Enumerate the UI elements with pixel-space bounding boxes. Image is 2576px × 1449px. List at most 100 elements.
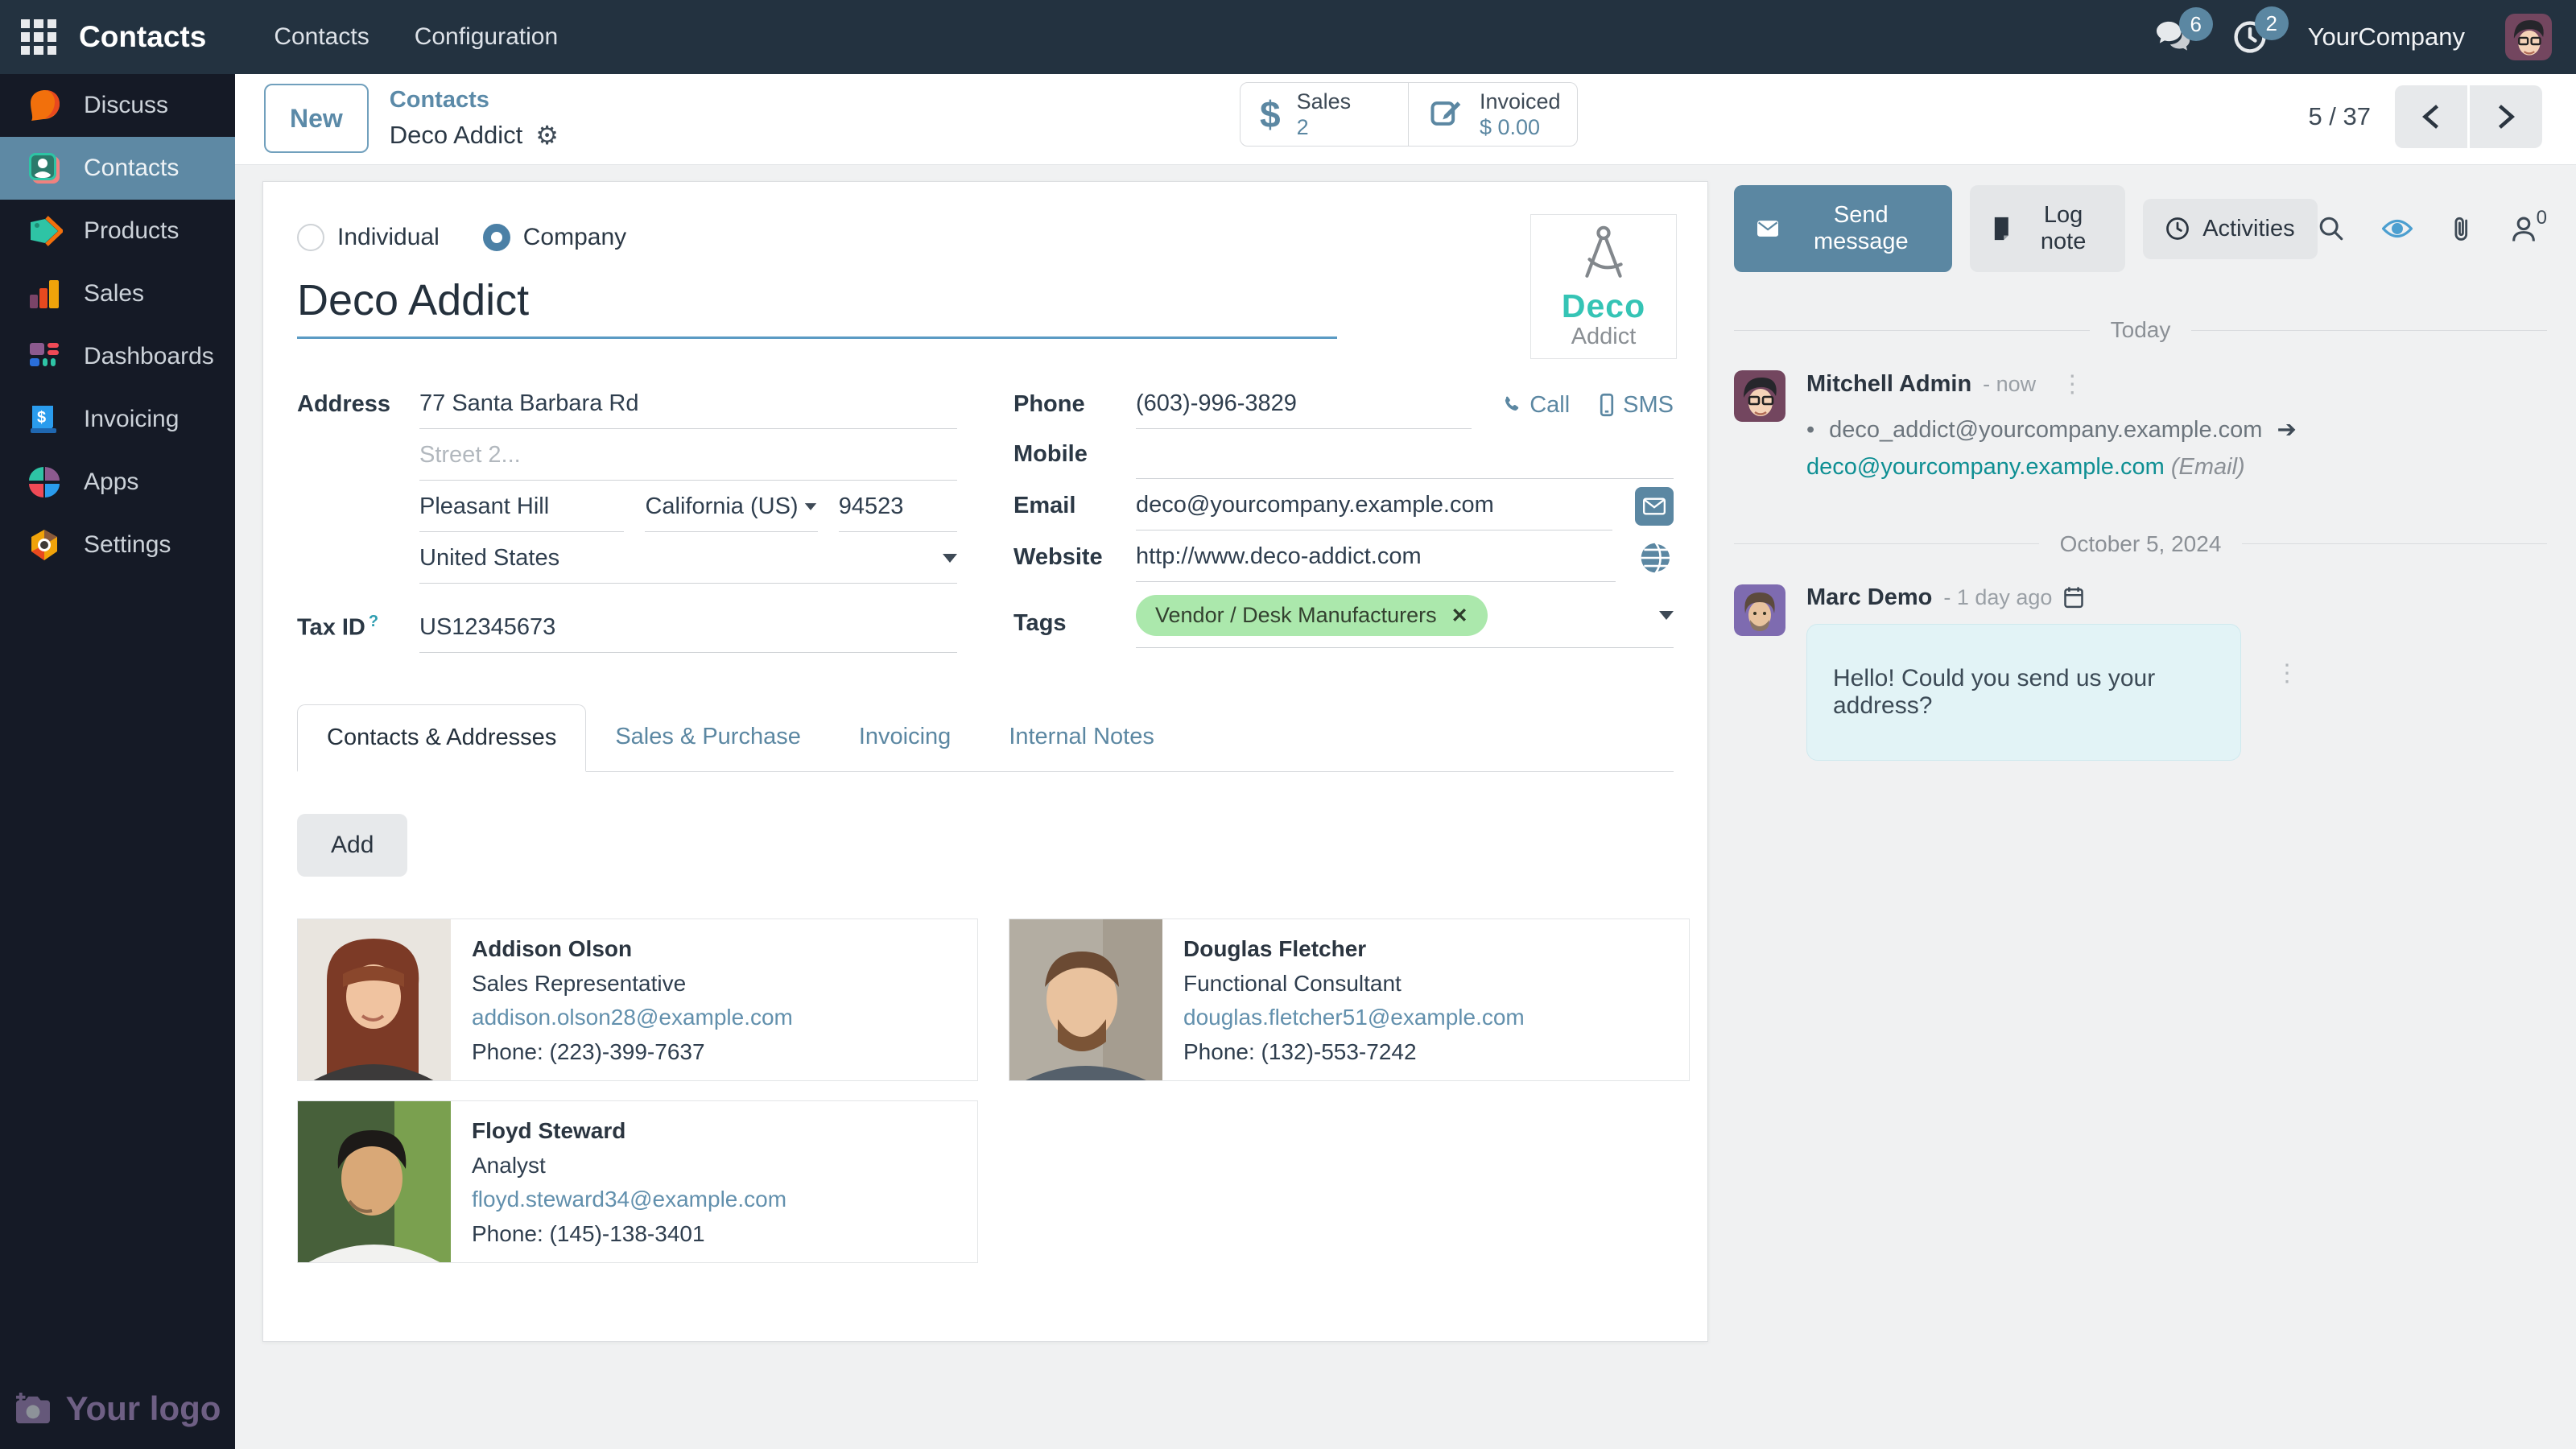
sidebar-item-dashboards[interactable]: Dashboards	[0, 325, 235, 388]
globe-icon[interactable]	[1638, 540, 1674, 576]
attachment-paperclip-icon[interactable]	[2450, 215, 2474, 242]
contact-card-douglas-fletcher[interactable]: Douglas Fletcher Functional Consultant d…	[1009, 919, 1690, 1081]
message-time: - 1 day ago	[1943, 585, 2052, 610]
breadcrumb-parent[interactable]: Contacts	[390, 87, 559, 114]
send-email-icon[interactable]	[1635, 487, 1674, 526]
call-link[interactable]: Call	[1501, 392, 1570, 419]
gear-icon[interactable]: ⚙	[535, 120, 559, 151]
radio-individual-circle[interactable]	[297, 224, 324, 251]
child-contact-cards: Addison Olson Sales Representative addis…	[297, 919, 1690, 1263]
company-logo[interactable]: Deco Addict	[1530, 214, 1677, 359]
message-author[interactable]: Marc Demo	[1806, 584, 1932, 611]
pager-next-button[interactable]	[2470, 85, 2542, 148]
contact-photo	[1009, 919, 1162, 1081]
sidebar-item-settings[interactable]: Settings	[0, 514, 235, 576]
sidebar-item-invoicing[interactable]: $ Invoicing	[0, 388, 235, 451]
contact-card-addison-olson[interactable]: Addison Olson Sales Representative addis…	[297, 919, 978, 1081]
email-input[interactable]: deco@yourcompany.example.com	[1136, 482, 1612, 530]
tab-internal-notes[interactable]: Internal Notes	[980, 704, 1183, 771]
apps-icon	[26, 464, 63, 501]
radio-company-circle[interactable]	[483, 224, 510, 251]
message-author[interactable]: Mitchell Admin	[1806, 371, 1971, 398]
phone-label: Phone	[1013, 391, 1136, 429]
phone-input[interactable]: (603)-996-3829	[1136, 381, 1472, 429]
website-label: Website	[1013, 544, 1136, 582]
website-input[interactable]: http://www.deco-addict.com	[1136, 534, 1616, 582]
tab-sales-purchase[interactable]: Sales & Purchase	[586, 704, 830, 771]
help-icon[interactable]: ?	[369, 613, 378, 630]
pencil-square-icon	[1428, 96, 1463, 134]
tags-label: Tags	[1013, 610, 1136, 648]
app-brand: Contacts	[79, 20, 206, 54]
note-icon	[1992, 217, 2011, 241]
contact-name-input[interactable]: Deco Addict	[297, 275, 1337, 339]
zip-input[interactable]: 94523	[839, 484, 957, 532]
main-area: New Contacts Deco Addict ⚙ $ Sales 2	[235, 74, 2576, 1449]
activities-clock-icon[interactable]: 2	[2232, 19, 2268, 55]
svg-text:$: $	[37, 409, 46, 427]
avatar[interactable]	[1734, 370, 1785, 422]
messages-icon[interactable]: 6	[2155, 20, 2192, 54]
camera-icon	[14, 1393, 52, 1425]
tracking-new-value[interactable]: deco@yourcompany.example.com	[1806, 454, 2165, 480]
radio-individual[interactable]: Individual	[297, 224, 440, 251]
user-avatar[interactable]	[2505, 14, 2552, 60]
message-options-icon[interactable]: ⋮	[2275, 659, 2301, 687]
message-options-icon[interactable]: ⋮	[2060, 370, 2086, 398]
contact-card-email[interactable]: douglas.fletcher51@example.com	[1183, 1001, 1525, 1035]
log-note-button[interactable]: Log note	[1970, 185, 2125, 272]
tab-invoicing[interactable]: Invoicing	[830, 704, 980, 771]
invoiced-stat-button[interactable]: Invoiced $ 0.00	[1409, 82, 1578, 147]
menu-contacts[interactable]: Contacts	[254, 12, 388, 62]
new-button[interactable]: New	[264, 84, 369, 153]
state-select[interactable]: California (US)	[645, 484, 817, 532]
tag-vendor-desk-manufacturers[interactable]: Vendor / Desk Manufacturers ✕	[1136, 595, 1488, 636]
bullet-icon: •	[1806, 417, 1814, 443]
invoicing-icon: $	[26, 401, 63, 438]
sales-stat-button[interactable]: $ Sales 2	[1240, 82, 1409, 147]
sms-link[interactable]: SMS	[1599, 392, 1674, 419]
sidebar-item-discuss[interactable]: Discuss	[0, 74, 235, 137]
apps-menu-icon[interactable]	[21, 19, 56, 55]
products-tag-icon	[26, 213, 63, 250]
date-divider-today: Today	[1734, 317, 2547, 343]
city-input[interactable]: Pleasant Hill	[419, 484, 624, 532]
mobile-label: Mobile	[1013, 441, 1136, 479]
tag-remove-icon[interactable]: ✕	[1451, 604, 1468, 628]
sidebar-item-label: Discuss	[84, 92, 168, 119]
tab-contacts-addresses[interactable]: Contacts & Addresses	[297, 704, 586, 772]
company-switcher[interactable]: YourCompany	[2308, 23, 2465, 52]
pager-previous-button[interactable]	[2395, 85, 2467, 148]
country-select[interactable]: United States	[419, 535, 957, 584]
breadcrumb: Contacts Deco Addict ⚙	[390, 84, 559, 153]
sidebar-item-sales[interactable]: Sales	[0, 262, 235, 325]
add-contact-button[interactable]: Add	[297, 814, 407, 877]
contact-photo	[298, 919, 451, 1081]
clock-icon	[2165, 217, 2190, 241]
send-message-button[interactable]: Send message	[1734, 185, 1952, 272]
sidebar-item-label: Dashboards	[84, 343, 214, 370]
menu-configuration[interactable]: Configuration	[395, 12, 577, 62]
sidebar-item-apps[interactable]: Apps	[0, 451, 235, 514]
sidebar-item-label: Apps	[84, 469, 138, 496]
discuss-icon	[26, 87, 63, 124]
contact-card-email[interactable]: floyd.steward34@example.com	[472, 1183, 786, 1217]
activities-button[interactable]: Activities	[2143, 199, 2317, 259]
phone-icon	[1501, 394, 1521, 415]
tax-id-input[interactable]: US12345673	[419, 605, 957, 653]
tags-input[interactable]: Vendor / Desk Manufacturers ✕	[1136, 585, 1674, 648]
street-input[interactable]: 77 Santa Barbara Rd	[419, 381, 957, 429]
sidebar-item-contacts[interactable]: Contacts	[0, 137, 235, 200]
mobile-input[interactable]	[1136, 432, 1674, 479]
dashboards-icon	[26, 338, 63, 375]
address-column: Address 77 Santa Barbara Rd Street 2... …	[297, 381, 957, 656]
followers-icon[interactable]: 0	[2511, 215, 2547, 242]
search-messages-icon[interactable]	[2318, 215, 2345, 242]
radio-company[interactable]: Company	[483, 224, 626, 251]
street2-input[interactable]: Street 2...	[419, 432, 957, 481]
avatar[interactable]	[1734, 584, 1785, 636]
sidebar-item-products[interactable]: Products	[0, 200, 235, 262]
contact-card-email[interactable]: addison.olson28@example.com	[472, 1001, 793, 1035]
eye-icon[interactable]	[2382, 217, 2413, 241]
contact-card-floyd-steward[interactable]: Floyd Steward Analyst floyd.steward34@ex…	[297, 1100, 978, 1263]
